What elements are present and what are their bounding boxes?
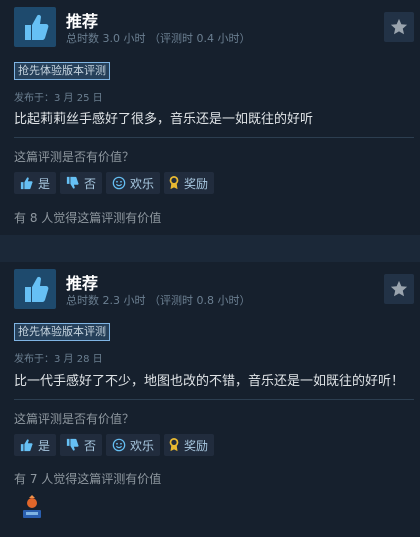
vote-yes-button[interactable]: 是: [14, 434, 57, 456]
early-access-badge: 抢先体验版本评测: [14, 323, 110, 341]
star-button[interactable]: [384, 12, 414, 42]
divider: [14, 137, 414, 138]
smile-icon: [112, 176, 126, 190]
smile-icon: [112, 438, 126, 452]
ribbon-icon: [169, 438, 179, 452]
verdict-title[interactable]: 推荐: [66, 8, 98, 32]
verdict-title[interactable]: 推荐: [66, 270, 98, 294]
thumbs-up-icon: [25, 14, 49, 40]
helpful-count: 有 8 人觉得这篇评测有价值: [14, 211, 162, 225]
vote-no-button[interactable]: 否: [60, 172, 103, 194]
vote-yes-button[interactable]: 是: [14, 172, 57, 194]
review-card-1: 推荐 总时数 3.0 小时 （评测时 0.4 小时） 抢先体验版本评测 发布于：…: [0, 0, 420, 235]
vote-buttons: 是 否 欢乐 奖励: [14, 434, 215, 456]
divider: [14, 399, 414, 400]
recommended-thumb[interactable]: [14, 7, 56, 47]
thumb-down-icon: [66, 438, 79, 451]
vote-no-label: 否: [84, 438, 97, 453]
helpful-question: 这篇评测是否有价值？: [14, 150, 135, 164]
vote-no-button[interactable]: 否: [60, 434, 103, 456]
helpful-question: 这篇评测是否有价值？: [14, 412, 135, 426]
vote-funny-label: 欢乐: [130, 438, 155, 453]
review-header: 推荐 总时数 2.3 小时 （评测时 0.8 小时）: [0, 262, 420, 314]
playtime: 总时数 2.3 小时 （评测时 0.8 小时）: [66, 294, 251, 307]
review-text: 比起莉莉丝手感好了很多，音乐还是一如既往的好听: [14, 112, 314, 127]
thumb-up-icon: [20, 439, 33, 452]
recommended-thumb[interactable]: [14, 269, 56, 309]
award-label: 奖励: [184, 438, 209, 453]
vote-yes-label: 是: [38, 438, 51, 453]
review-card-2: 推荐 总时数 2.3 小时 （评测时 0.8 小时） 抢先体验版本评测 发布于：…: [0, 262, 420, 537]
thumb-up-icon: [20, 177, 33, 190]
posted-date: 发布于：3 月 28 日: [14, 354, 103, 365]
thumbs-up-icon: [25, 276, 49, 302]
vote-funny-button[interactable]: 欢乐: [106, 172, 161, 194]
vote-yes-label: 是: [38, 176, 51, 191]
playtime: 总时数 3.0 小时 （评测时 0.4 小时）: [66, 32, 251, 45]
helpful-count: 有 7 人觉得这篇评测有价值: [14, 472, 162, 486]
vote-no-label: 否: [84, 176, 97, 191]
posted-date: 发布于：3 月 25 日: [14, 93, 103, 104]
star-icon: [390, 280, 408, 297]
ribbon-icon: [169, 176, 179, 190]
star-button[interactable]: [384, 274, 414, 304]
vote-buttons: 是 否 欢乐 奖励: [14, 172, 215, 194]
review-text: 比一代手感好了不少，地图也改的不错，音乐还是一如既往的好听！: [14, 374, 405, 389]
vote-funny-label: 欢乐: [130, 176, 155, 191]
vote-funny-button[interactable]: 欢乐: [106, 434, 161, 456]
review-header: 推荐 总时数 3.0 小时 （评测时 0.4 小时）: [0, 0, 420, 52]
award-label: 奖励: [184, 176, 209, 191]
award-trophy-icon[interactable]: [20, 494, 44, 520]
thumb-down-icon: [66, 176, 79, 189]
award-button[interactable]: 奖励: [164, 434, 215, 456]
star-icon: [390, 18, 408, 35]
award-button[interactable]: 奖励: [164, 172, 215, 194]
early-access-badge: 抢先体验版本评测: [14, 62, 110, 80]
